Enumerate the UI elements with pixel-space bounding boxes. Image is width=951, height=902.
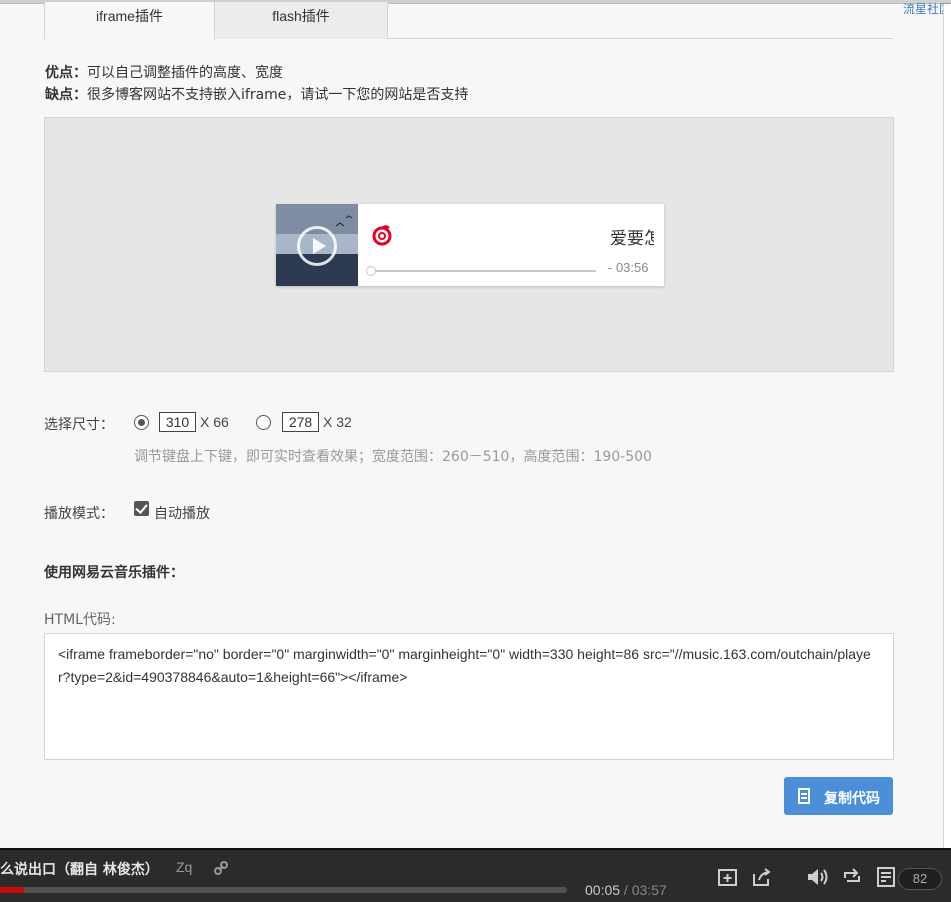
loop-mode-icon[interactable] xyxy=(841,866,863,888)
elapsed-time: 00:05 xyxy=(585,882,621,898)
album-cover[interactable] xyxy=(276,204,358,286)
width-input-310[interactable]: 310 xyxy=(159,412,196,432)
html-code-textarea[interactable]: <iframe frameborder="no" border="0" marg… xyxy=(44,633,894,760)
size-hint: 调节键盘上下键，即可实时查看效果；宽度范围：260－510，高度范围：190-5… xyxy=(134,449,652,465)
link-icon[interactable] xyxy=(213,860,229,876)
embedded-player: 爱要怎么说出口 - 03:56 xyxy=(276,204,664,286)
play-mode-label: 播放模式： xyxy=(44,506,114,522)
size-radio-278[interactable] xyxy=(256,415,271,430)
height-label-66: X 66 xyxy=(200,414,229,430)
playlist-count: 82 xyxy=(898,868,942,890)
bottom-player-bar: 么说出口（翻自 林俊杰） Zq 00:05 / 03:57 82 xyxy=(0,848,951,902)
song-title: 爱要怎么说出口 xyxy=(610,229,654,249)
autoplay-checkbox[interactable] xyxy=(134,501,149,516)
main-progress-fill xyxy=(0,887,24,893)
tab-iframe[interactable]: iframe插件 xyxy=(44,2,215,40)
time-separator: / xyxy=(620,882,632,898)
advantage-text: 可以自己调整插件的高度、宽度 xyxy=(87,65,283,81)
copy-code-button[interactable]: 复制代码 xyxy=(784,777,893,815)
now-playing-artist[interactable]: Zq xyxy=(176,859,192,875)
player-preview: 爱要怎么说出口 - 03:56 xyxy=(44,117,894,372)
player-remaining-time: - 03:56 xyxy=(608,260,649,275)
netease-music-icon xyxy=(372,225,392,246)
pros-cons: 优点：可以自己调整插件的高度、宽度 缺点：很多博客网站不支持嵌入iframe，请… xyxy=(45,62,468,106)
playback-time: 00:05 / 03:57 xyxy=(585,882,667,898)
autoplay-label[interactable]: 自动播放 xyxy=(154,503,210,523)
disadvantage-label: 缺点： xyxy=(45,87,87,103)
plugin-tabs: iframe插件 flash插件 xyxy=(44,2,893,40)
play-icon[interactable] xyxy=(297,226,337,266)
width-input-278[interactable]: 278 xyxy=(282,412,319,432)
page-right-edge xyxy=(943,4,951,848)
share-icon[interactable] xyxy=(750,866,772,888)
disadvantage-text: 很多博客网站不支持嵌入iframe，请试一下您的网站是否支持 xyxy=(87,87,469,103)
html-code-label: HTML代码: xyxy=(44,612,116,628)
copy-code-label: 复制代码 xyxy=(824,791,880,807)
now-playing-title: 么说出口（翻自 林俊杰） xyxy=(0,862,159,878)
player-progress-knob[interactable] xyxy=(366,266,376,276)
player-progress-track[interactable] xyxy=(370,270,596,272)
volume-icon[interactable] xyxy=(806,866,828,888)
total-time: 03:57 xyxy=(631,882,667,898)
playlist-icon[interactable] xyxy=(875,866,897,888)
add-to-playlist-icon[interactable] xyxy=(717,866,739,888)
size-radio-310[interactable] xyxy=(134,415,149,430)
size-label: 选择尺寸： xyxy=(44,417,114,433)
advantage-label: 优点： xyxy=(45,65,87,81)
tab-flash[interactable]: flash插件 xyxy=(215,2,388,39)
main-progress-track[interactable] xyxy=(0,887,567,893)
height-label-32: X 32 xyxy=(323,414,352,430)
section-title: 使用网易云音乐插件： xyxy=(44,565,184,581)
document-icon xyxy=(798,788,810,804)
